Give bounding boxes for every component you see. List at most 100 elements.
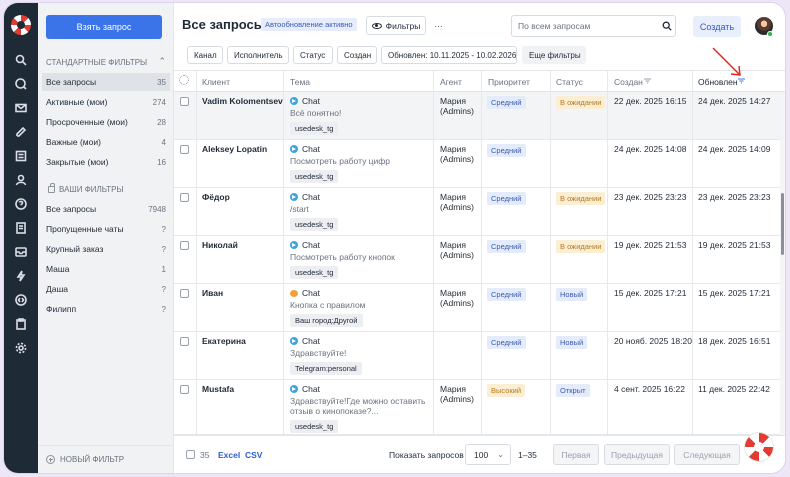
table-row[interactable]: Фёдор Chat /start usedesk_tg Мария (Admin…: [174, 188, 780, 236]
row-checkbox[interactable]: [180, 337, 189, 346]
settings-icon[interactable]: [14, 341, 28, 355]
assignee-filter-chip[interactable]: Исполнитель: [227, 46, 289, 64]
filter-label: Пропущенные чаты: [46, 224, 124, 234]
more-button[interactable]: ···: [430, 16, 447, 35]
filter-item[interactable]: Крупный заказ?: [42, 240, 170, 258]
row-checkbox[interactable]: [180, 385, 189, 394]
filter-label: Даша: [46, 284, 69, 294]
created-filter-chip[interactable]: Создан: [337, 46, 377, 64]
column-topic[interactable]: Тема: [290, 71, 310, 93]
search-input[interactable]: [511, 15, 676, 37]
select-all-checkbox[interactable]: [186, 450, 195, 459]
doc-icon[interactable]: [14, 221, 28, 235]
chat-search-icon[interactable]: [14, 77, 28, 91]
filter-count: ?: [161, 244, 166, 254]
updated-range-chip[interactable]: Обновлен: 10.11.2025 - 10.02.2026: [381, 46, 517, 64]
table-row[interactable]: Vadim Kolomentsev Chat Всё понятно! used…: [174, 92, 780, 140]
priority-badge: Средний: [487, 192, 526, 205]
table-row[interactable]: Mustafa Chat Здравствуйте!Где можно оста…: [174, 380, 780, 435]
topic-cell: Chat Посмотреть работу цифр usedesk_tg: [290, 144, 430, 183]
filter-item[interactable]: Все запросы 7948: [42, 200, 170, 218]
prev-page-button[interactable]: Предыдущая: [604, 444, 670, 465]
column-client[interactable]: Клиент: [202, 71, 230, 93]
main-area: Все запросы Автообновление активно Фильт…: [174, 3, 785, 473]
help-icon[interactable]: [14, 197, 28, 211]
take-request-button[interactable]: Взять запрос: [46, 15, 162, 39]
table-row[interactable]: Екатерина Chat Здравствуйте! Telegram:pe…: [174, 332, 780, 380]
next-page-button[interactable]: Следующая: [674, 444, 740, 465]
telegram-icon: [290, 193, 298, 201]
mail-icon[interactable]: [14, 101, 28, 115]
filter-item[interactable]: Даша?: [42, 280, 170, 298]
column-created[interactable]: Создан: [614, 71, 643, 93]
column-status[interactable]: Статус: [556, 71, 583, 93]
scrollbar-thumb[interactable]: [781, 193, 784, 255]
chevron-up-icon[interactable]: ⌃: [158, 56, 166, 67]
column-agent[interactable]: Агент: [440, 71, 462, 93]
support-lifebuoy-icon[interactable]: [745, 433, 773, 461]
row-checkbox[interactable]: [180, 241, 189, 250]
more-filters-chip[interactable]: Еще фильтры: [522, 46, 586, 64]
list-icon[interactable]: [14, 149, 28, 163]
row-checkbox[interactable]: [180, 97, 189, 106]
table-row[interactable]: Aleksey Lopatin Chat Посмотреть работу ц…: [174, 140, 780, 188]
table-row[interactable]: Николай Chat Посмотреть работу кнопок us…: [174, 236, 780, 284]
row-checkbox[interactable]: [180, 193, 189, 202]
filter-count: ?: [161, 224, 166, 234]
code-icon[interactable]: [14, 293, 28, 307]
client-name: Иван: [202, 288, 224, 298]
bolt-icon[interactable]: [14, 269, 28, 283]
app-window: Взять запрос СТАНДАРТНЫЕ ФИЛЬТРЫ ⌃ Все з…: [4, 3, 785, 473]
tag: usedesk_tg: [290, 420, 339, 433]
created-date: 24 дек. 2025 14:08: [614, 144, 687, 154]
inbox-icon[interactable]: [14, 245, 28, 259]
column-priority[interactable]: Приоритет: [488, 71, 530, 93]
online-status-dot: [767, 31, 773, 37]
message-preview: Всё понятно!: [290, 108, 342, 118]
search-icon[interactable]: [662, 21, 672, 31]
updated-date: 18 дек. 2025 16:51: [698, 336, 771, 346]
export-excel-link[interactable]: Excel: [218, 450, 240, 460]
clipboard-icon[interactable]: [14, 317, 28, 331]
row-checkbox[interactable]: [180, 145, 189, 154]
priority-badge: Средний: [487, 144, 526, 157]
logo-icon[interactable]: [11, 15, 31, 35]
first-page-button[interactable]: Первая: [553, 444, 599, 465]
filter-item[interactable]: Филипп?: [42, 300, 170, 318]
priority-badge: Средний: [487, 96, 526, 109]
export-csv-link[interactable]: CSV: [245, 450, 262, 460]
filter-count: 1: [161, 264, 166, 274]
status-badge: В ожидании: [556, 240, 606, 253]
sort-icon[interactable]: [644, 78, 652, 84]
row-checkbox[interactable]: [180, 289, 189, 298]
edit-icon[interactable]: [14, 125, 28, 139]
filters-panel: Взять запрос СТАНДАРТНЫЕ ФИЛЬТРЫ ⌃ Все з…: [38, 3, 174, 473]
channel-label: Chat: [302, 288, 320, 298]
filter-item[interactable]: Пропущенные чаты?: [42, 220, 170, 238]
gear-icon[interactable]: [179, 75, 189, 85]
table-row[interactable]: Иван Chat Кнопка с правилом Ваш город:Др…: [174, 284, 780, 332]
created-date: 20 нояб. 2025 18:20: [614, 336, 692, 346]
status-filter-chip[interactable]: Статус: [293, 46, 333, 64]
filter-item[interactable]: Просроченные (мои) 28: [42, 113, 170, 131]
channel-label: Chat: [302, 144, 320, 154]
plus-circle-icon: [46, 455, 55, 464]
new-filter-button[interactable]: НОВЫЙ ФИЛЬТР: [38, 445, 174, 473]
filter-label: Активные (мои): [46, 97, 108, 107]
filter-count: 16: [157, 157, 166, 167]
filter-item[interactable]: Все запросы 35: [42, 73, 170, 91]
filter-item[interactable]: Активные (мои) 274: [42, 93, 170, 111]
filter-item[interactable]: Маша 1: [42, 260, 170, 278]
channel-filter-chip[interactable]: Канал: [187, 46, 223, 64]
filter-item[interactable]: Закрытые (мои) 16: [42, 153, 170, 171]
topic-cell: Chat /start usedesk_tg: [290, 192, 430, 231]
user-icon[interactable]: [14, 173, 28, 187]
filters-button[interactable]: Фильтры: [366, 16, 426, 35]
create-button[interactable]: Создать: [693, 16, 741, 37]
standard-filters-header[interactable]: СТАНДАРТНЫЕ ФИЛЬТРЫ ⌃: [46, 56, 166, 68]
filter-item[interactable]: Важные (мои) 4: [42, 133, 170, 151]
scrollbar-track[interactable]: [780, 92, 785, 445]
page-size-select[interactable]: 100 ⌄: [465, 444, 511, 465]
priority-badge: Средний: [487, 240, 526, 253]
search-icon[interactable]: [14, 53, 28, 67]
